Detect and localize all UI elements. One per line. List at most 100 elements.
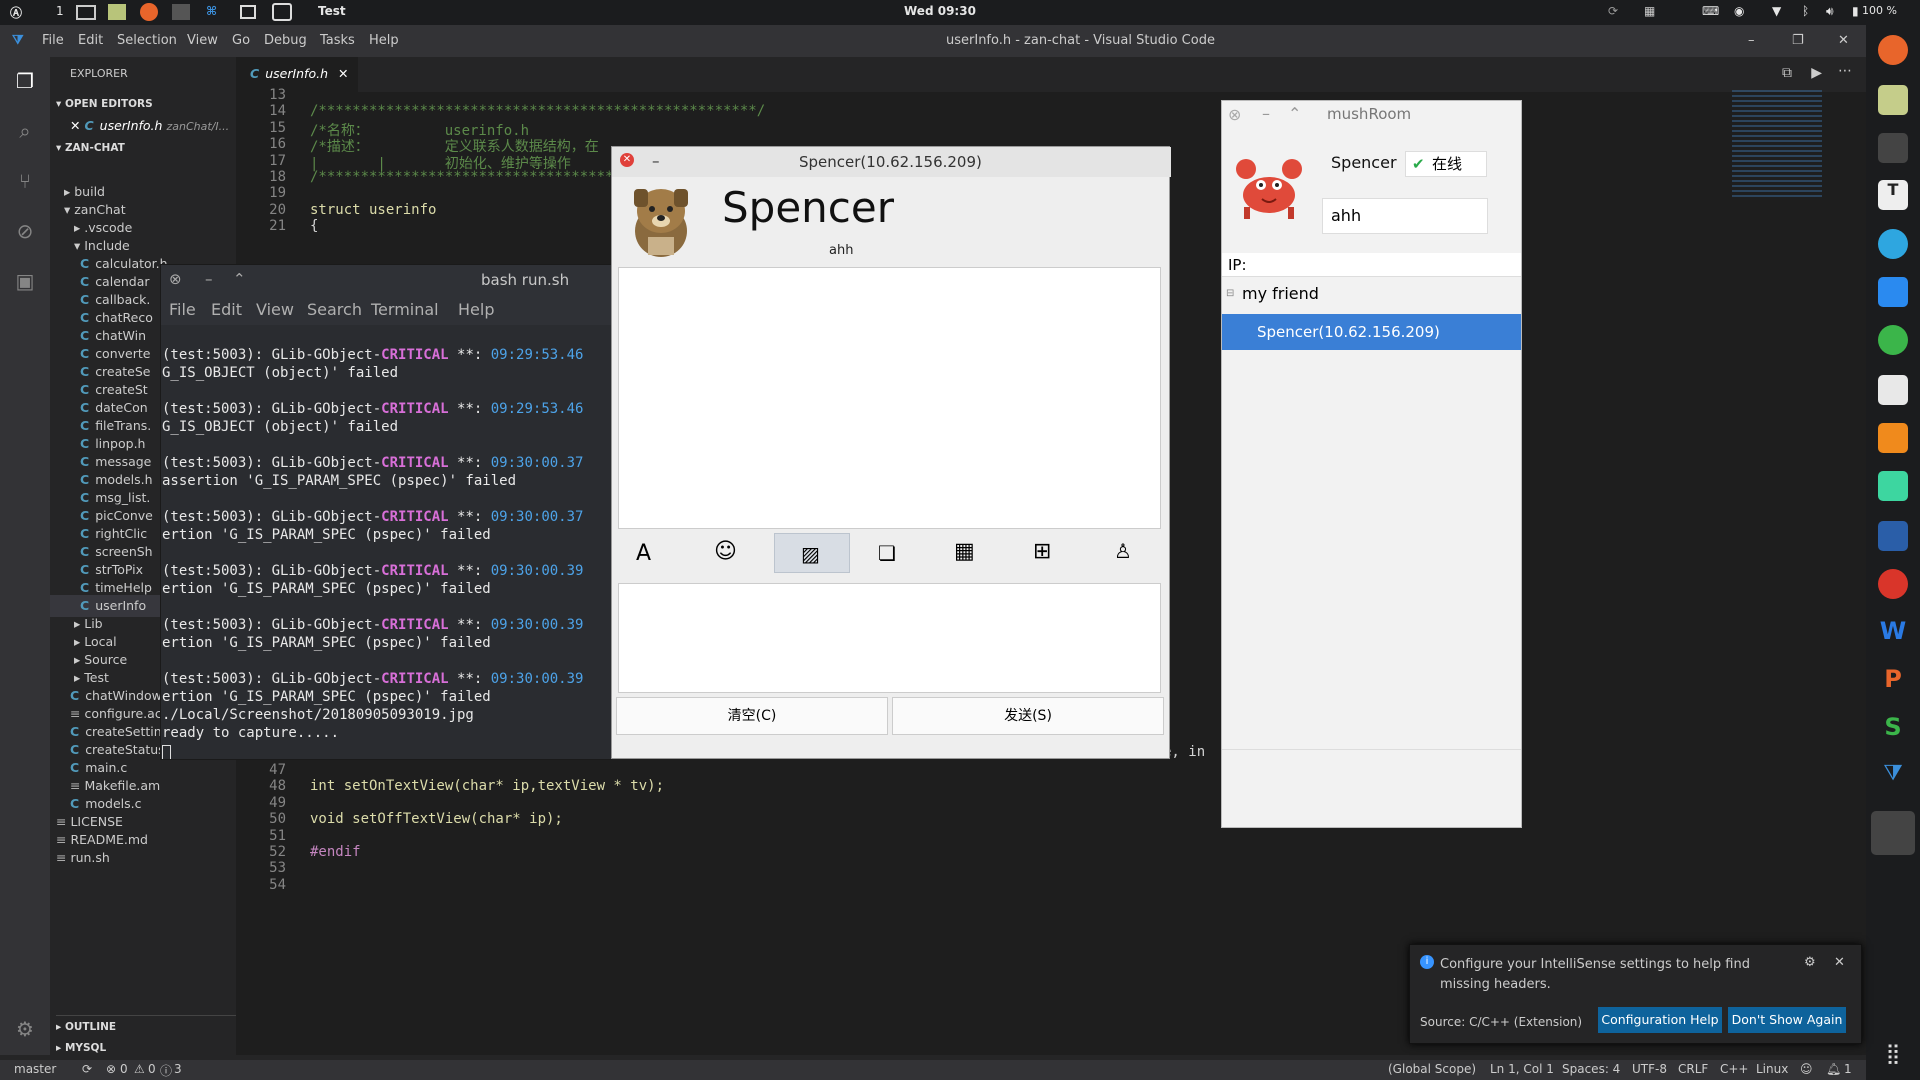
open-changes-icon[interactable]: ⧉ xyxy=(1782,65,1792,81)
dock-text-editor-icon[interactable]: T xyxy=(1878,180,1908,210)
dock-writer-icon[interactable]: W xyxy=(1878,617,1908,647)
calendar-icon[interactable]: ▦ xyxy=(954,539,975,564)
terminal-window[interactable]: ⊗ – ⌃ bash run.sh File Edit View Search … xyxy=(160,264,613,760)
git-branch[interactable]: master xyxy=(14,1062,56,1076)
send-button[interactable]: 发送(S) xyxy=(892,697,1164,735)
scope-status[interactable]: (Global Scope) xyxy=(1388,1062,1476,1076)
vscode-icon[interactable]: ⌘ xyxy=(206,4,217,18)
emoji-icon[interactable]: ☺ xyxy=(714,539,737,564)
launcher-icon[interactable]: Ⓐ xyxy=(10,4,22,21)
window-icon-3[interactable] xyxy=(272,3,292,21)
mushroom-maximize-icon[interactable]: ⌃ xyxy=(1288,104,1301,123)
chat-window[interactable]: ✕ – Spencer(10.62.156.209) Spencer ahh A… xyxy=(611,146,1171,759)
sync-status-icon[interactable]: ⟳ xyxy=(82,1062,92,1076)
terminal-output[interactable]: (test:5003): GLib-GObject-CRITICAL **: 0… xyxy=(161,325,611,759)
window-icon[interactable] xyxy=(76,5,96,20)
dock-remote-icon[interactable] xyxy=(1878,521,1908,551)
extensions-icon[interactable]: ▣ xyxy=(11,269,39,297)
term-menu-view[interactable]: View xyxy=(256,300,294,319)
menu-debug[interactable]: Debug xyxy=(264,33,307,48)
sync-icon[interactable]: ⟳ xyxy=(1608,4,1618,18)
image-button[interactable]: ▨ xyxy=(774,533,850,573)
debug-icon[interactable]: ⊘ xyxy=(11,219,39,247)
keyboard-icon[interactable]: ⌨ xyxy=(1702,4,1719,18)
outline-section[interactable]: ▸ OUTLINE xyxy=(56,1015,242,1037)
dock-firefox-icon[interactable] xyxy=(1878,35,1908,65)
chat-minimize-icon[interactable]: – xyxy=(652,152,660,170)
file-icon[interactable]: ❏ xyxy=(878,541,896,565)
cursor-position[interactable]: Ln 1, Col 1 xyxy=(1490,1062,1554,1076)
mysql-section[interactable]: ▸ MYSQL xyxy=(56,1037,242,1059)
clear-button[interactable]: 清空(C) xyxy=(616,697,888,735)
message-input[interactable] xyxy=(618,583,1161,693)
term-menu-help[interactable]: Help xyxy=(458,300,494,319)
chat-titlebar[interactable]: ✕ – Spencer(10.62.156.209) xyxy=(612,147,1171,177)
info-icon[interactable]: ⓘ xyxy=(160,1062,172,1079)
menu-edit[interactable]: Edit xyxy=(78,33,103,48)
files-icon[interactable] xyxy=(108,4,126,20)
dock-presentation-icon[interactable]: P xyxy=(1878,665,1908,695)
terminal-icon[interactable] xyxy=(172,4,190,20)
file-item[interactable]: ≡ run.sh xyxy=(50,847,236,869)
signature-input[interactable]: ahh xyxy=(1322,198,1488,234)
status-selector[interactable]: ✔ 在线 xyxy=(1405,151,1487,177)
dock-spreadsheet-icon[interactable]: S xyxy=(1878,713,1908,743)
tray-icon[interactable]: ▦ xyxy=(1644,4,1655,18)
window-icon-2[interactable] xyxy=(240,5,256,19)
ip-label[interactable]: IP: xyxy=(1222,253,1521,277)
dock-slides-icon[interactable] xyxy=(1878,375,1908,405)
project-root[interactable]: ▾ ZAN-CHAT xyxy=(56,137,242,159)
warnings-icon[interactable]: ⚠ xyxy=(134,1062,145,1076)
mushroom-titlebar[interactable]: ⊗ – ⌃ mushRoom xyxy=(1222,101,1521,127)
mushroom-minimize-icon[interactable]: – xyxy=(1262,104,1270,123)
firefox-icon[interactable] xyxy=(140,3,158,21)
notifications-bell-icon[interactable]: 🔔︎ xyxy=(1826,1062,1841,1076)
restore-icon[interactable]: ❐ xyxy=(1792,33,1804,48)
dock-music-icon[interactable] xyxy=(1878,569,1908,599)
menu-tasks[interactable]: Tasks xyxy=(320,33,355,48)
wifi-icon[interactable]: ▼ xyxy=(1772,4,1781,18)
bluetooth-icon[interactable]: ᛒ xyxy=(1802,4,1809,18)
encoding[interactable]: UTF-8 xyxy=(1632,1062,1667,1076)
term-menu-edit[interactable]: Edit xyxy=(211,300,242,319)
dock-vscode-icon[interactable]: ⧩ xyxy=(1878,761,1908,791)
close-icon[interactable]: ✕ xyxy=(1838,33,1849,48)
dock-app-icon[interactable] xyxy=(1878,471,1908,501)
minimap[interactable] xyxy=(1732,90,1822,200)
friend-group[interactable]: ⊟ my friend xyxy=(1222,279,1521,309)
chat-close-icon[interactable]: ✕ xyxy=(620,153,634,167)
terminal-minimize-icon[interactable]: – xyxy=(205,270,213,288)
dock-active-app-icon[interactable] xyxy=(1871,811,1915,855)
term-menu-search[interactable]: Search xyxy=(307,300,362,319)
run-icon[interactable]: ▶ xyxy=(1811,65,1822,81)
message-history[interactable] xyxy=(618,267,1161,529)
workspace-number[interactable]: 1 xyxy=(56,4,64,18)
dock-telegram-icon[interactable] xyxy=(1878,229,1908,259)
settings-gear-icon[interactable]: ⚙ xyxy=(11,1017,39,1045)
dock-store-icon[interactable] xyxy=(1878,277,1908,307)
battery-icon[interactable]: ▮ xyxy=(1852,4,1859,18)
skin-icon[interactable]: ♙ xyxy=(1114,539,1132,563)
dock-files-icon[interactable] xyxy=(1878,85,1908,115)
dock-terminal-icon[interactable] xyxy=(1878,133,1908,163)
feedback-icon[interactable]: ☺ xyxy=(1800,1062,1813,1076)
indentation[interactable]: Spaces: 4 xyxy=(1562,1062,1620,1076)
dock-download-icon[interactable] xyxy=(1878,423,1908,453)
calculator-icon[interactable]: ⊞ xyxy=(1033,539,1051,564)
terminal-close-icon[interactable]: ⊗ xyxy=(169,270,182,288)
open-editor-item[interactable]: ✕ CuserInfo.h zanChat/I... xyxy=(70,115,256,137)
menu-help[interactable]: Help xyxy=(369,33,399,48)
notification-close-icon[interactable]: ✕ xyxy=(1834,955,1845,970)
mushroom-window[interactable]: ⊗ – ⌃ mushRoom Spencer ✔ 在线 ahh IP: ⊟ my… xyxy=(1221,100,1522,828)
search-icon[interactable]: ⌕ xyxy=(11,119,39,147)
more-actions-icon[interactable]: ⋯ xyxy=(1838,63,1852,79)
term-menu-file[interactable]: File xyxy=(169,300,196,319)
menu-selection[interactable]: Selection xyxy=(117,33,177,48)
collapse-icon[interactable]: ⊟ xyxy=(1226,279,1234,309)
notification-settings-icon[interactable]: ⚙ xyxy=(1804,955,1816,970)
dont-show-again-button[interactable]: Don't Show Again xyxy=(1728,1007,1846,1033)
clock[interactable]: Wed 09:30 xyxy=(904,4,976,18)
platform[interactable]: Linux xyxy=(1756,1062,1788,1076)
configuration-help-button[interactable]: Configuration Help xyxy=(1598,1007,1722,1033)
line-endings[interactable]: CRLF xyxy=(1678,1062,1708,1076)
